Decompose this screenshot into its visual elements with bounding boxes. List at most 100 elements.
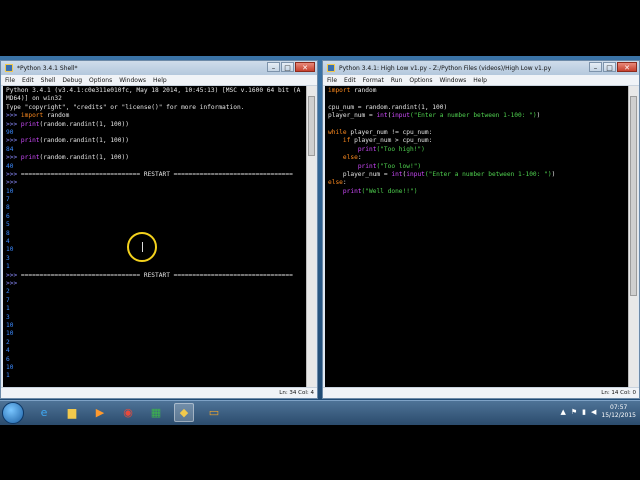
editor-menu-options[interactable]: Options <box>409 77 432 84</box>
code-token: 84 <box>6 145 14 153</box>
system-tray: ▲ ⚑ ▮ ◀ 07:57 15/12/2015 <box>560 404 636 420</box>
code-token: >>> <box>6 137 21 145</box>
network-icon[interactable]: ▮ <box>582 408 586 416</box>
code-line: 1 <box>6 372 304 380</box>
code-line: else: <box>328 179 626 187</box>
shell-titlebar[interactable]: *Python 3.4.1 Shell* – □ ✕ <box>1 61 317 75</box>
code-token: 10 <box>6 321 14 329</box>
shell-window[interactable]: *Python 3.4.1 Shell* – □ ✕ File Edit Shell… <box>0 60 318 399</box>
shell-scroll-thumb[interactable] <box>308 96 315 156</box>
code-token: 7 <box>6 296 10 304</box>
shell-menu-debug[interactable]: Debug <box>62 77 82 84</box>
code-token: ("Enter a number between 1-100: ") <box>410 112 537 120</box>
code-line: >>> ================================ RES… <box>6 171 304 179</box>
code-token: print <box>342 187 362 195</box>
editor-cursor-position: Ln: 14 Col: 0 <box>601 390 636 396</box>
shell-menu-edit[interactable]: Edit <box>22 77 34 84</box>
code-line: >>> <box>6 179 304 187</box>
editor-menu-edit[interactable]: Edit <box>344 77 356 84</box>
editor-titlebar[interactable]: Python 3.4.1: High Low v1.py - Z:/Python… <box>323 61 639 75</box>
maximize-button[interactable]: □ <box>603 62 616 72</box>
editor-menu-run[interactable]: Run <box>391 77 403 84</box>
editor-scroll-thumb[interactable] <box>630 96 637 296</box>
code-token: else <box>342 154 358 162</box>
code-token: 3 <box>6 313 10 321</box>
code-token: input <box>406 170 425 178</box>
file-explorer-icon[interactable]: ▆ <box>62 403 82 422</box>
code-token: print <box>357 145 377 153</box>
shell-statusbar: Ln: 34 Col: 4 <box>1 387 317 398</box>
code-line: >>> print(random.randint(1, 100)) <box>6 121 304 129</box>
code-line: >>> ================================ RES… <box>6 272 304 280</box>
close-button[interactable]: ✕ <box>617 62 637 72</box>
minimize-button[interactable]: – <box>589 62 602 72</box>
editor-menu-file[interactable]: File <box>327 77 337 84</box>
flag-icon[interactable]: ⚑ <box>571 408 577 416</box>
editor-window[interactable]: Python 3.4.1: High Low v1.py - Z:/Python… <box>322 60 640 399</box>
code-line: while player_num != cpu_num: <box>328 129 626 137</box>
editor-text-area[interactable]: import random cpu_num = random.randint(1,… <box>325 86 629 388</box>
clock[interactable]: 07:57 15/12/2015 <box>601 404 636 420</box>
folder-icon[interactable]: ▭ <box>204 403 224 422</box>
code-line: >>> <box>6 280 304 288</box>
code-token: print <box>357 162 377 170</box>
internet-explorer-icon[interactable]: e <box>34 403 54 422</box>
shell-window-title: *Python 3.4.1 Shell* <box>17 64 78 72</box>
code-token: >>> <box>6 120 21 128</box>
code-token: player_num = <box>328 170 392 178</box>
shell-text-area[interactable]: Python 3.4.1 (v3.4.1:c0e311e010fc, May 1… <box>3 86 307 388</box>
code-line: cpu_num = random.randint(1, 100) <box>328 104 626 112</box>
code-token: 4 <box>6 238 10 246</box>
code-token: Python 3.4.1 (v3.4.1:c0e311e010fc, May 1… <box>6 87 301 94</box>
code-line: 5 <box>6 221 304 229</box>
chrome-icon[interactable]: ◉ <box>118 403 138 422</box>
minimize-button[interactable]: – <box>267 62 280 72</box>
code-token: player_num = <box>328 112 377 120</box>
close-button[interactable]: ✕ <box>295 62 315 72</box>
code-line: Python 3.4.1 (v3.4.1:c0e311e010fc, May 1… <box>6 87 304 95</box>
media-player-icon[interactable]: ▶ <box>90 403 110 422</box>
spreadsheet-icon[interactable]: ▦ <box>146 403 166 422</box>
code-token: >>> <box>6 170 21 178</box>
shell-menu-shell[interactable]: Shell <box>41 77 56 84</box>
code-line: 8 <box>6 204 304 212</box>
editor-menu-help[interactable]: Help <box>473 77 487 84</box>
shell-menu-windows[interactable]: Windows <box>119 77 146 84</box>
shell-menu-options[interactable]: Options <box>89 77 112 84</box>
code-token: >>> <box>6 179 21 187</box>
code-token: print <box>20 154 40 162</box>
code-token: random <box>43 112 70 120</box>
code-line: else: <box>328 154 626 162</box>
code-line: 6 <box>6 213 304 221</box>
code-token: 1 <box>6 372 10 380</box>
code-token: >>> <box>6 271 21 279</box>
tray-arrow-icon[interactable]: ▲ <box>560 408 565 416</box>
editor-scrollbar[interactable] <box>628 86 638 388</box>
code-line: 2 <box>6 339 304 347</box>
start-button[interactable] <box>2 402 24 424</box>
code-token: random <box>350 87 377 94</box>
code-token: print <box>20 120 40 128</box>
code-token: 10 <box>6 363 14 371</box>
editor-menu-format[interactable]: Format <box>363 77 384 84</box>
code-token: 10 <box>6 330 14 338</box>
code-line: >>> import random <box>6 112 304 120</box>
code-token: 90 <box>6 128 14 136</box>
code-line: print("Too high!") <box>328 146 626 154</box>
volume-icon[interactable]: ◀ <box>591 408 596 416</box>
python-icon[interactable]: ◆ <box>174 403 194 422</box>
code-token: ("Too high!") <box>376 145 425 153</box>
shell-menu-help[interactable]: Help <box>153 77 167 84</box>
code-line: 10 <box>6 188 304 196</box>
editor-menu-windows[interactable]: Windows <box>440 77 467 84</box>
code-token: Type "copyright", "credits" or "license(… <box>6 103 245 111</box>
shell-scrollbar[interactable] <box>306 86 316 388</box>
code-line: 1 <box>6 263 304 271</box>
shell-menu-file[interactable]: File <box>5 77 15 84</box>
code-line: 7 <box>6 196 304 204</box>
maximize-button[interactable]: □ <box>281 62 294 72</box>
